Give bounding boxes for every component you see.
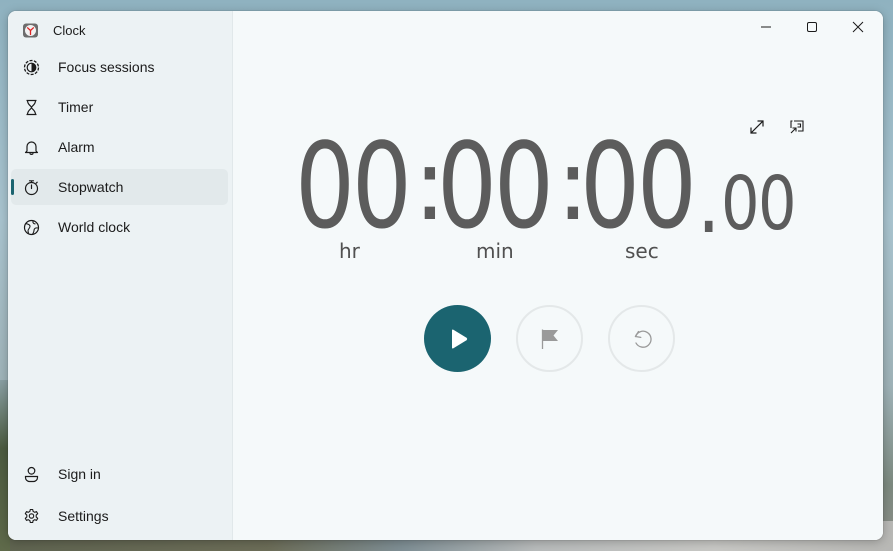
sidebar-item-label: Stopwatch bbox=[58, 179, 124, 195]
maximize-icon bbox=[807, 22, 817, 32]
start-button[interactable] bbox=[424, 305, 491, 372]
stopwatch-panel: 00 : 00 : 00 . 00 hr min sec bbox=[233, 11, 883, 540]
sidebar-item-alarm[interactable]: Alarm bbox=[11, 129, 228, 165]
stopwatch-display: 00 : 00 : 00 . 00 bbox=[295, 127, 815, 247]
sidebar: Clock Focus sessions Timer Alarm Stopwat… bbox=[8, 11, 233, 540]
flag-icon bbox=[541, 329, 558, 349]
sidebar-item-label: Settings bbox=[58, 508, 109, 524]
gear-icon bbox=[23, 508, 40, 525]
sidebar-item-timer[interactable]: Timer bbox=[11, 89, 228, 125]
active-indicator bbox=[11, 179, 14, 195]
minutes-value: 00 bbox=[437, 117, 554, 255]
hours-label: hr bbox=[339, 239, 360, 263]
hourglass-icon bbox=[23, 99, 40, 116]
close-button[interactable] bbox=[835, 11, 881, 43]
sidebar-item-label: World clock bbox=[58, 219, 131, 235]
maximize-button[interactable] bbox=[789, 11, 835, 43]
settings-button[interactable]: Settings bbox=[11, 497, 228, 535]
nav-menu: Focus sessions Timer Alarm Stopwatch Wor… bbox=[11, 49, 228, 249]
person-icon bbox=[23, 466, 40, 483]
lap-button[interactable] bbox=[516, 305, 583, 372]
seconds-value: 00 bbox=[580, 117, 697, 255]
sidebar-item-world-clock[interactable]: World clock bbox=[11, 209, 228, 245]
bell-icon bbox=[23, 139, 40, 156]
decimal-point: . bbox=[697, 149, 720, 254]
sidebar-item-label: Sign in bbox=[58, 466, 101, 482]
app-title: Clock bbox=[53, 22, 86, 38]
reset-icon bbox=[634, 330, 652, 348]
play-icon bbox=[451, 329, 467, 348]
globe-icon bbox=[23, 219, 40, 236]
sidebar-item-label: Focus sessions bbox=[58, 59, 155, 75]
minimize-button[interactable] bbox=[743, 11, 789, 43]
clock-app-icon bbox=[23, 23, 38, 37]
sidebar-item-label: Alarm bbox=[58, 139, 95, 155]
close-icon bbox=[852, 21, 864, 33]
clock-window: Clock Focus sessions Timer Alarm Stopwat… bbox=[8, 11, 883, 540]
app-title-bar: Clock bbox=[22, 20, 86, 40]
seconds-label: sec bbox=[625, 239, 659, 263]
hundredths-value: 00 bbox=[721, 161, 797, 247]
focus-icon bbox=[23, 59, 40, 76]
minimize-icon bbox=[761, 26, 771, 28]
minutes-label: min bbox=[476, 239, 514, 263]
sidebar-item-focus-sessions[interactable]: Focus sessions bbox=[11, 49, 228, 85]
sign-in-button[interactable]: Sign in bbox=[11, 455, 228, 493]
reset-button[interactable] bbox=[608, 305, 675, 372]
hours-value: 00 bbox=[295, 117, 412, 255]
sidebar-item-label: Timer bbox=[58, 99, 94, 115]
stopwatch-icon bbox=[23, 179, 40, 196]
sidebar-item-stopwatch[interactable]: Stopwatch bbox=[11, 169, 228, 205]
sidebar-footer: Sign in Settings bbox=[11, 455, 228, 539]
